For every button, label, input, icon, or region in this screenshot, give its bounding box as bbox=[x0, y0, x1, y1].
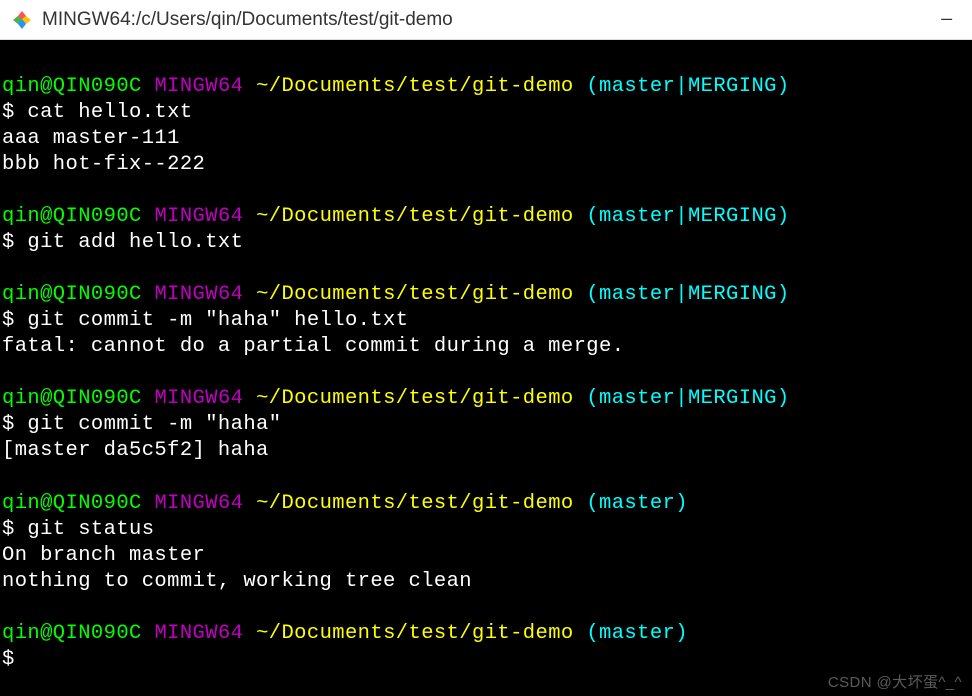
prompt-symbol: $ bbox=[2, 309, 15, 332]
prompt-user: qin@QIN090C bbox=[2, 622, 142, 645]
command-text: git status bbox=[27, 518, 154, 541]
prompt-branch: (master|MERGING) bbox=[586, 75, 789, 98]
command-line: $ cat hello.txt bbox=[2, 100, 970, 126]
command-line: $ git add hello.txt bbox=[2, 230, 970, 256]
terminal-area[interactable]: CSDN @大坏蛋^_^ qin@QIN090C MINGW64 ~/Docum… bbox=[0, 40, 972, 696]
prompt-line: qin@QIN090C MINGW64 ~/Documents/test/git… bbox=[2, 386, 970, 412]
output-line: aaa master-111 bbox=[2, 126, 970, 152]
prompt-user: qin@QIN090C bbox=[2, 283, 142, 306]
prompt-branch: (master|MERGING) bbox=[586, 387, 789, 410]
prompt-path: ~/Documents/test/git-demo bbox=[256, 205, 574, 228]
prompt-path: ~/Documents/test/git-demo bbox=[256, 622, 574, 645]
prompt-path: ~/Documents/test/git-demo bbox=[256, 492, 574, 515]
prompt-line: qin@QIN090C MINGW64 ~/Documents/test/git… bbox=[2, 491, 970, 517]
prompt-branch: (master) bbox=[586, 492, 688, 515]
prompt-branch: (master) bbox=[586, 622, 688, 645]
blank-line bbox=[2, 256, 970, 282]
prompt-symbol: $ bbox=[2, 101, 15, 124]
prompt-user: qin@QIN090C bbox=[2, 205, 142, 228]
command-text: git commit -m "haha" bbox=[27, 413, 281, 436]
prompt-branch: (master|MERGING) bbox=[586, 205, 789, 228]
prompt-path: ~/Documents/test/git-demo bbox=[256, 75, 574, 98]
output-line: fatal: cannot do a partial commit during… bbox=[2, 334, 970, 360]
prompt-symbol: $ bbox=[2, 518, 15, 541]
prompt-env: MINGW64 bbox=[154, 492, 243, 515]
command-text: git commit -m "haha" hello.txt bbox=[27, 309, 408, 332]
prompt-line: qin@QIN090C MINGW64 ~/Documents/test/git… bbox=[2, 204, 970, 230]
prompt-line: qin@QIN090C MINGW64 ~/Documents/test/git… bbox=[2, 282, 970, 308]
output-line: On branch master bbox=[2, 543, 970, 569]
output-line: nothing to commit, working tree clean bbox=[2, 569, 970, 595]
watermark: CSDN @大坏蛋^_^ bbox=[828, 673, 962, 692]
blank-line bbox=[2, 178, 970, 204]
window-controls: — bbox=[933, 10, 960, 30]
app-icon bbox=[12, 10, 32, 30]
prompt-env: MINGW64 bbox=[154, 283, 243, 306]
prompt-env: MINGW64 bbox=[154, 622, 243, 645]
command-line: $ git commit -m "haha" bbox=[2, 412, 970, 438]
prompt-path: ~/Documents/test/git-demo bbox=[256, 387, 574, 410]
blank-line bbox=[2, 595, 970, 621]
blank-line bbox=[2, 48, 970, 74]
command-line: $ git status bbox=[2, 517, 970, 543]
output-line: bbb hot-fix--222 bbox=[2, 152, 970, 178]
prompt-line: qin@QIN090C MINGW64 ~/Documents/test/git… bbox=[2, 74, 970, 100]
minimize-button[interactable]: — bbox=[933, 10, 960, 30]
prompt-branch: (master|MERGING) bbox=[586, 283, 789, 306]
prompt-symbol: $ bbox=[2, 648, 15, 671]
output-line: [master da5c5f2] haha bbox=[2, 438, 970, 464]
command-line: $ bbox=[2, 647, 970, 673]
command-line: $ git commit -m "haha" hello.txt bbox=[2, 308, 970, 334]
prompt-symbol: $ bbox=[2, 231, 15, 254]
prompt-line: qin@QIN090C MINGW64 ~/Documents/test/git… bbox=[2, 621, 970, 647]
prompt-user: qin@QIN090C bbox=[2, 75, 142, 98]
command-text: git add hello.txt bbox=[27, 231, 243, 254]
blank-line bbox=[2, 465, 970, 491]
window-titlebar: MINGW64:/c/Users/qin/Documents/test/git-… bbox=[0, 0, 972, 40]
prompt-env: MINGW64 bbox=[154, 75, 243, 98]
prompt-path: ~/Documents/test/git-demo bbox=[256, 283, 574, 306]
prompt-user: qin@QIN090C bbox=[2, 492, 142, 515]
prompt-env: MINGW64 bbox=[154, 387, 243, 410]
command-text: cat hello.txt bbox=[27, 101, 192, 124]
window-title: MINGW64:/c/Users/qin/Documents/test/git-… bbox=[42, 9, 933, 31]
prompt-symbol: $ bbox=[2, 413, 15, 436]
prompt-user: qin@QIN090C bbox=[2, 387, 142, 410]
prompt-env: MINGW64 bbox=[154, 205, 243, 228]
blank-line bbox=[2, 360, 970, 386]
